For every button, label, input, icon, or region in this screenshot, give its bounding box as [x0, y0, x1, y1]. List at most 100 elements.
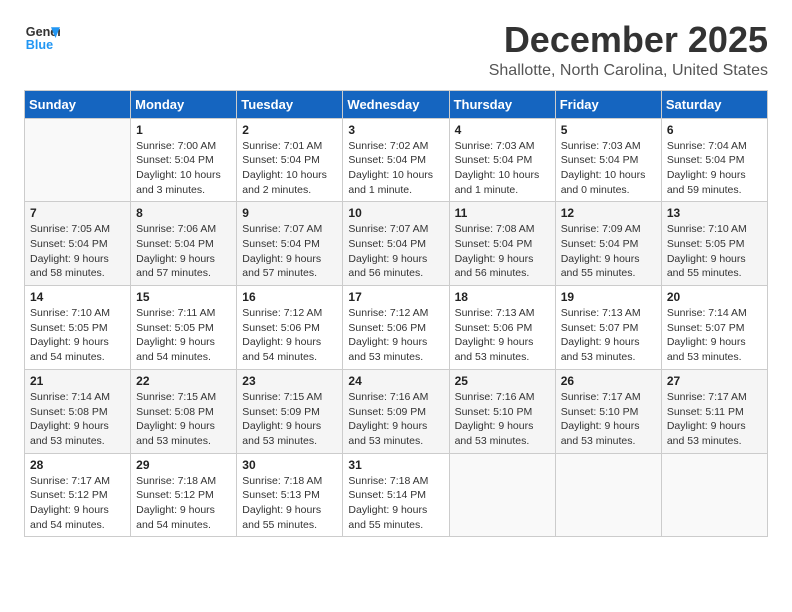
- day-info: Sunrise: 7:07 AM Sunset: 5:04 PM Dayligh…: [242, 222, 337, 281]
- header-cell-wednesday: Wednesday: [343, 90, 449, 118]
- day-cell: 18Sunrise: 7:13 AM Sunset: 5:06 PM Dayli…: [449, 286, 555, 370]
- day-number: 7: [30, 206, 125, 220]
- day-info: Sunrise: 7:16 AM Sunset: 5:09 PM Dayligh…: [348, 390, 443, 449]
- day-number: 29: [136, 458, 231, 472]
- day-number: 12: [561, 206, 656, 220]
- day-cell: [661, 453, 767, 537]
- day-number: 3: [348, 123, 443, 137]
- day-info: Sunrise: 7:18 AM Sunset: 5:12 PM Dayligh…: [136, 474, 231, 533]
- day-number: 8: [136, 206, 231, 220]
- day-cell: 6 Sunrise: 7:04 AM Sunset: 5:04 PM Daylig…: [661, 118, 767, 202]
- calendar-title: December 2025: [489, 20, 768, 60]
- day-info: Sunrise: 7:13 AM Sunset: 5:07 PM Dayligh…: [561, 306, 656, 365]
- day-cell: 29 Sunrise: 7:18 AM Sunset: 5:12 PM Dayli…: [131, 453, 237, 537]
- day-cell: 12 Sunrise: 7:09 AM Sunset: 5:04 PM Dayli…: [555, 202, 661, 286]
- day-cell: 8Sunrise: 7:06 AM Sunset: 5:04 PM Daylig…: [131, 202, 237, 286]
- day-number: 6: [667, 123, 762, 137]
- calendar-table: SundayMondayTuesdayWednesdayThursdayFrid…: [24, 90, 768, 538]
- day-info: Sunrise: 7:11 AM Sunset: 5:05 PM Dayligh…: [136, 306, 231, 365]
- day-number: 23: [242, 374, 337, 388]
- header-cell-thursday: Thursday: [449, 90, 555, 118]
- day-cell: 30 Sunrise: 7:18 AM Sunset: 5:13 PM Dayli…: [237, 453, 343, 537]
- day-cell: 28 Sunrise: 7:17 AM Sunset: 5:12 PM Dayli…: [25, 453, 131, 537]
- day-number: 26: [561, 374, 656, 388]
- day-info: Sunrise: 7:17 AM Sunset: 5:12 PM Dayligh…: [30, 474, 125, 533]
- day-number: 28: [30, 458, 125, 472]
- day-info: Sunrise: 7:07 AM Sunset: 5:04 PM Dayligh…: [348, 222, 443, 281]
- day-number: 22: [136, 374, 231, 388]
- day-number: 25: [455, 374, 550, 388]
- day-cell: 24 Sunrise: 7:16 AM Sunset: 5:09 PM Dayli…: [343, 369, 449, 453]
- day-info: Sunrise: 7:14 AM Sunset: 5:07 PM Dayligh…: [667, 306, 762, 365]
- day-number: 21: [30, 374, 125, 388]
- day-number: 19: [561, 290, 656, 304]
- day-cell: 26 Sunrise: 7:17 AM Sunset: 5:10 PM Dayli…: [555, 369, 661, 453]
- day-cell: 20 Sunrise: 7:14 AM Sunset: 5:07 PM Dayli…: [661, 286, 767, 370]
- day-number: 17: [348, 290, 443, 304]
- day-info: Sunrise: 7:10 AM Sunset: 5:05 PM Dayligh…: [667, 222, 762, 281]
- day-cell: 16 Sunrise: 7:12 AM Sunset: 5:06 PM Dayli…: [237, 286, 343, 370]
- day-number: 5: [561, 123, 656, 137]
- day-cell: 9 Sunrise: 7:07 AM Sunset: 5:04 PM Daylig…: [237, 202, 343, 286]
- day-cell: 3 Sunrise: 7:02 AM Sunset: 5:04 PM Daylig…: [343, 118, 449, 202]
- day-info: Sunrise: 7:04 AM Sunset: 5:04 PM Dayligh…: [667, 139, 762, 198]
- day-number: 30: [242, 458, 337, 472]
- day-info: Sunrise: 7:15 AM Sunset: 5:08 PM Dayligh…: [136, 390, 231, 449]
- header-row: SundayMondayTuesdayWednesdayThursdayFrid…: [25, 90, 768, 118]
- day-cell: 5 Sunrise: 7:03 AM Sunset: 5:04 PM Daylig…: [555, 118, 661, 202]
- day-cell: 23 Sunrise: 7:15 AM Sunset: 5:09 PM Dayli…: [237, 369, 343, 453]
- day-number: 4: [455, 123, 550, 137]
- day-info: Sunrise: 7:17 AM Sunset: 5:10 PM Dayligh…: [561, 390, 656, 449]
- day-info: Sunrise: 7:14 AM Sunset: 5:08 PM Dayligh…: [30, 390, 125, 449]
- day-info: Sunrise: 7:02 AM Sunset: 5:04 PM Dayligh…: [348, 139, 443, 198]
- day-info: Sunrise: 7:16 AM Sunset: 5:10 PM Dayligh…: [455, 390, 550, 449]
- day-info: Sunrise: 7:05 AM Sunset: 5:04 PM Dayligh…: [30, 222, 125, 281]
- header-cell-monday: Monday: [131, 90, 237, 118]
- header-cell-tuesday: Tuesday: [237, 90, 343, 118]
- svg-text:Blue: Blue: [26, 38, 53, 52]
- day-cell: 11Sunrise: 7:08 AM Sunset: 5:04 PM Dayli…: [449, 202, 555, 286]
- day-number: 13: [667, 206, 762, 220]
- day-cell: 21 Sunrise: 7:14 AM Sunset: 5:08 PM Dayli…: [25, 369, 131, 453]
- week-row-3: 14 Sunrise: 7:10 AM Sunset: 5:05 PM Dayli…: [25, 286, 768, 370]
- day-info: Sunrise: 7:18 AM Sunset: 5:13 PM Dayligh…: [242, 474, 337, 533]
- day-info: Sunrise: 7:15 AM Sunset: 5:09 PM Dayligh…: [242, 390, 337, 449]
- day-cell: 7 Sunrise: 7:05 AM Sunset: 5:04 PM Daylig…: [25, 202, 131, 286]
- day-cell: [25, 118, 131, 202]
- day-info: Sunrise: 7:08 AM Sunset: 5:04 PM Dayligh…: [455, 222, 550, 281]
- day-cell: 25 Sunrise: 7:16 AM Sunset: 5:10 PM Dayli…: [449, 369, 555, 453]
- day-cell: [555, 453, 661, 537]
- day-number: 14: [30, 290, 125, 304]
- day-number: 20: [667, 290, 762, 304]
- day-cell: 4 Sunrise: 7:03 AM Sunset: 5:04 PM Daylig…: [449, 118, 555, 202]
- week-row-4: 21 Sunrise: 7:14 AM Sunset: 5:08 PM Dayli…: [25, 369, 768, 453]
- logo: General Blue: [24, 20, 60, 56]
- day-info: Sunrise: 7:09 AM Sunset: 5:04 PM Dayligh…: [561, 222, 656, 281]
- week-row-5: 28 Sunrise: 7:17 AM Sunset: 5:12 PM Dayli…: [25, 453, 768, 537]
- header-cell-friday: Friday: [555, 90, 661, 118]
- day-info: Sunrise: 7:12 AM Sunset: 5:06 PM Dayligh…: [242, 306, 337, 365]
- day-cell: 27 Sunrise: 7:17 AM Sunset: 5:11 PM Dayli…: [661, 369, 767, 453]
- day-number: 16: [242, 290, 337, 304]
- day-number: 2: [242, 123, 337, 137]
- day-cell: 15Sunrise: 7:11 AM Sunset: 5:05 PM Dayli…: [131, 286, 237, 370]
- title-block: December 2025 Shallotte, North Carolina,…: [489, 20, 768, 80]
- day-info: Sunrise: 7:03 AM Sunset: 5:04 PM Dayligh…: [561, 139, 656, 198]
- day-number: 10: [348, 206, 443, 220]
- day-number: 18: [455, 290, 550, 304]
- day-info: Sunrise: 7:03 AM Sunset: 5:04 PM Dayligh…: [455, 139, 550, 198]
- day-info: Sunrise: 7:01 AM Sunset: 5:04 PM Dayligh…: [242, 139, 337, 198]
- header-cell-sunday: Sunday: [25, 90, 131, 118]
- day-info: Sunrise: 7:17 AM Sunset: 5:11 PM Dayligh…: [667, 390, 762, 449]
- day-cell: 22 Sunrise: 7:15 AM Sunset: 5:08 PM Dayli…: [131, 369, 237, 453]
- page-header: General Blue December 2025 Shallotte, No…: [24, 20, 768, 80]
- week-row-1: 1Sunrise: 7:00 AM Sunset: 5:04 PM Daylig…: [25, 118, 768, 202]
- day-number: 27: [667, 374, 762, 388]
- day-cell: 2 Sunrise: 7:01 AM Sunset: 5:04 PM Daylig…: [237, 118, 343, 202]
- day-number: 9: [242, 206, 337, 220]
- day-info: Sunrise: 7:10 AM Sunset: 5:05 PM Dayligh…: [30, 306, 125, 365]
- day-cell: 19 Sunrise: 7:13 AM Sunset: 5:07 PM Dayli…: [555, 286, 661, 370]
- week-row-2: 7 Sunrise: 7:05 AM Sunset: 5:04 PM Daylig…: [25, 202, 768, 286]
- day-number: 24: [348, 374, 443, 388]
- day-number: 31: [348, 458, 443, 472]
